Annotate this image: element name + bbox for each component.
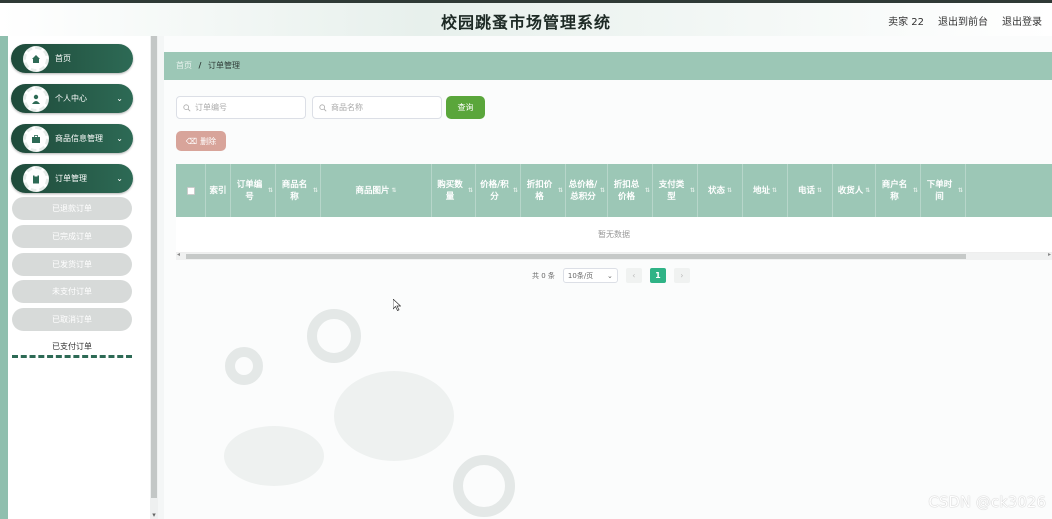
sub-item-completed-orders[interactable]: 已完成订单 bbox=[12, 225, 132, 248]
total-count: 共 0 条 bbox=[532, 271, 555, 280]
sidebar: 首页 个人中心 ⌄ 商品信息管理 ⌄ 订单管理 ⌄ 已退款订单 已完成订单 已发… bbox=[8, 36, 150, 519]
column-header-receiver[interactable]: 收货人 ⇅ bbox=[833, 164, 876, 217]
trash-icon: ⌫ bbox=[185, 136, 198, 146]
column-header-product-image[interactable]: 商品图片 ⇅ bbox=[321, 164, 432, 217]
page-number-button[interactable]: 1 bbox=[649, 268, 666, 283]
sub-item-shipped-orders[interactable]: 已发货订单 bbox=[12, 253, 132, 276]
scrollbar-thumb[interactable] bbox=[151, 36, 157, 498]
orders-table: 索引 订单编号 ⇅ 商品名称 ⇅ 商品图片 ⇅ 购买数量 ⇅ 价格/积分 ⇅ 折扣价格 ⇅ … bbox=[176, 164, 1052, 253]
prev-page-button[interactable]: ‹ bbox=[625, 268, 642, 283]
sidebar-item-product-management[interactable]: 商品信息管理 ⌄ bbox=[11, 124, 133, 153]
breadcrumb-home[interactable]: 首页 bbox=[176, 61, 192, 70]
briefcase-icon bbox=[23, 125, 49, 152]
column-header-payment-type[interactable]: 支付类型 ⇅ bbox=[653, 164, 698, 217]
column-header-discount-total[interactable]: 折扣总价格 ⇅ bbox=[608, 164, 653, 217]
column-header-order-time[interactable]: 下单时间 ⇅ bbox=[921, 164, 966, 217]
sidebar-item-order-management[interactable]: 订单管理 ⌄ bbox=[11, 164, 133, 193]
header-actions: 卖家 22 退出到前台 退出登录 bbox=[888, 13, 1042, 28]
column-header-total-price[interactable]: 总价格/总积分 ⇅ bbox=[566, 164, 608, 217]
watermark: CSDN @ck3026 bbox=[928, 493, 1046, 511]
column-header-merchant-name[interactable]: 商户名称 ⇅ bbox=[876, 164, 921, 217]
select-all-checkbox-cell[interactable] bbox=[176, 164, 206, 217]
mouse-cursor-icon bbox=[393, 299, 401, 311]
chevron-down-icon: ⌄ bbox=[116, 174, 123, 183]
select-all-checkbox[interactable] bbox=[186, 186, 195, 195]
logout-link[interactable]: 退出登录 bbox=[1002, 13, 1042, 28]
table-empty-row: 暂无数据 bbox=[176, 217, 1052, 253]
sidebar-item-label: 商品信息管理 bbox=[55, 134, 103, 143]
column-header-order-number[interactable]: 订单编号 ⇅ bbox=[231, 164, 276, 217]
column-header-phone[interactable]: 电话 ⇅ bbox=[788, 164, 833, 217]
column-header-index[interactable]: 索引 bbox=[206, 164, 231, 217]
chevron-down-icon: ⌄ bbox=[607, 271, 613, 280]
sidebar-item-label: 个人中心 bbox=[55, 94, 87, 103]
sidebar-item-home[interactable]: 首页 bbox=[11, 44, 133, 73]
back-to-front-link[interactable]: 退出到前台 bbox=[938, 13, 988, 28]
column-header-quantity[interactable]: 购买数量 ⇅ bbox=[432, 164, 476, 217]
sidebar-item-label: 订单管理 bbox=[55, 174, 87, 183]
column-header-actions: 操 bbox=[966, 164, 1052, 217]
pagination: 共 0 条 10条/页 ⌄ ‹ 1 › bbox=[532, 268, 690, 283]
sub-item-paid-orders[interactable]: 已支付订单 bbox=[12, 335, 132, 358]
top-header: 校园跳蚤市场管理系统 卖家 22 退出到前台 退出登录 bbox=[0, 0, 1052, 36]
order-number-search-input[interactable]: 订单编号 bbox=[176, 96, 306, 119]
main-content: 首页 / 订单管理 订单编号 商品名称 查询 ⌫ 删除 索引 订单编号 ⇅ 商品名… bbox=[164, 36, 1052, 519]
breadcrumb: 首页 / 订单管理 bbox=[164, 52, 1052, 80]
column-header-status[interactable]: 状态 ⇅ bbox=[698, 164, 743, 217]
search-icon bbox=[183, 103, 191, 111]
sub-item-cancelled-orders[interactable]: 已取消订单 bbox=[12, 308, 132, 331]
user-icon bbox=[23, 85, 49, 112]
column-header-address[interactable]: 地址 ⇅ bbox=[743, 164, 788, 217]
search-icon bbox=[319, 103, 327, 111]
chevron-down-icon: ⌄ bbox=[116, 134, 123, 143]
table-header: 索引 订单编号 ⇅ 商品名称 ⇅ 商品图片 ⇅ 购买数量 ⇅ 价格/积分 ⇅ 折扣价格 ⇅ … bbox=[176, 164, 1052, 217]
column-header-product-name[interactable]: 商品名称 ⇅ bbox=[276, 164, 321, 217]
sidebar-scrollbar[interactable]: ▾ bbox=[150, 36, 158, 519]
current-user: 卖家 22 bbox=[888, 17, 924, 28]
table-horizontal-scrollbar[interactable]: ◂ ▸ bbox=[176, 251, 1052, 260]
chevron-down-icon: ⌄ bbox=[116, 94, 123, 103]
next-page-button[interactable]: › bbox=[673, 268, 690, 283]
column-header-discount-price[interactable]: 折扣价格 ⇅ bbox=[521, 164, 566, 217]
breadcrumb-current: 订单管理 bbox=[208, 61, 241, 70]
home-icon bbox=[23, 45, 49, 72]
sidebar-item-label: 首页 bbox=[55, 54, 71, 63]
product-name-search-input[interactable]: 商品名称 bbox=[312, 96, 442, 119]
column-header-price[interactable]: 价格/积分 ⇅ bbox=[476, 164, 521, 217]
scroll-left-arrow-icon[interactable]: ◂ bbox=[177, 251, 180, 258]
sub-item-refunded-orders[interactable]: 已退款订单 bbox=[12, 197, 132, 220]
scroll-down-arrow-icon[interactable]: ▾ bbox=[150, 511, 158, 519]
sub-item-unpaid-orders[interactable]: 未支付订单 bbox=[12, 280, 132, 303]
clipboard-icon bbox=[23, 165, 49, 192]
scroll-right-arrow-icon[interactable]: ▸ bbox=[1048, 251, 1051, 258]
breadcrumb-separator: / bbox=[198, 61, 202, 70]
page-size-select[interactable]: 10条/页 ⌄ bbox=[562, 268, 618, 283]
scrollbar-thumb[interactable] bbox=[186, 254, 966, 259]
delete-button[interactable]: ⌫ 删除 bbox=[176, 131, 226, 151]
query-button[interactable]: 查询 bbox=[446, 96, 485, 119]
product-name-placeholder: 商品名称 bbox=[331, 103, 363, 112]
order-number-placeholder: 订单编号 bbox=[195, 103, 227, 112]
sidebar-item-personal-center[interactable]: 个人中心 ⌄ bbox=[11, 84, 133, 113]
delete-label: 删除 bbox=[200, 136, 217, 146]
